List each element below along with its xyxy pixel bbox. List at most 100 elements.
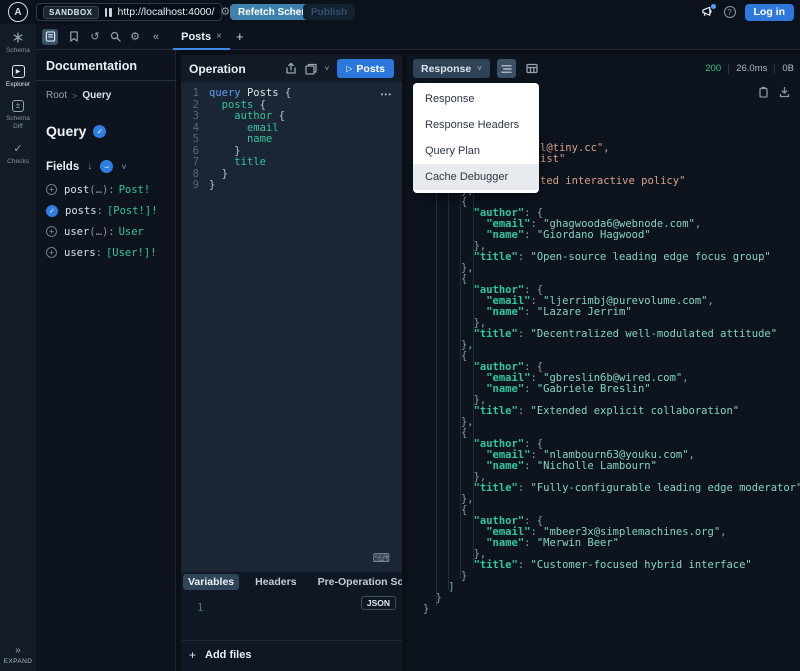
fields-heading: Fields [46, 160, 80, 173]
announcements-megaphone-icon[interactable] [701, 4, 716, 19]
schema-icon [12, 30, 24, 45]
field-selected-check-icon[interactable]: ✓ [46, 204, 58, 217]
download-response-icon[interactable] [779, 86, 790, 98]
response-header: Response ˅ 200 26.0ms 0B Response Respons… [407, 55, 800, 193]
response-view-menu: Response Response Headers Query Plan Cache … [413, 83, 539, 193]
json-mode-badge[interactable]: JSON [360, 596, 396, 610]
run-options-chevron-icon[interactable]: ˅ [325, 64, 330, 73]
left-nav-rail: Schema ▶ Explorer ± Schema Diff ✓ Checks… [0, 24, 36, 671]
breadcrumb-current: Query [82, 90, 112, 101]
sort-arrow-icon[interactable]: ↓ [87, 161, 92, 172]
expand-sidebar-button[interactable]: » EXPAND [0, 645, 36, 665]
add-field-icon[interactable]: + [46, 226, 57, 237]
divider [181, 640, 402, 641]
keyboard-shortcuts-icon[interactable]: ⌨ [373, 551, 390, 565]
search-icon[interactable] [107, 29, 123, 45]
add-files-button[interactable]: + Add files [189, 648, 251, 662]
share-icon[interactable] [285, 62, 297, 75]
filter-minus-icon[interactable]: − [100, 160, 114, 173]
status-code: 200 [705, 63, 722, 74]
operation-panel: Operation ˅ ▷ Posts 1 query Posts {2 post… [181, 55, 402, 671]
fields-chevron-down-icon[interactable]: ˅ [121, 162, 126, 172]
breadcrumb: Root > Query [36, 81, 175, 101]
tab-headers[interactable]: Headers [250, 574, 301, 590]
play-icon: ▷ [346, 64, 353, 73]
sidebar-item-schema[interactable]: Schema [0, 30, 36, 55]
response-size: 0B [782, 63, 794, 74]
tab-posts[interactable]: Posts × [173, 24, 230, 50]
table-view-icon[interactable] [523, 59, 542, 78]
help-icon[interactable]: ? [723, 6, 736, 18]
response-view-selector[interactable]: Response ˅ [413, 59, 490, 78]
top-bar: A SANDBOX http://localhost:4000/ ⚙ Refet… [0, 0, 800, 24]
history-icon[interactable]: ↺ [87, 29, 103, 45]
documentation-panel-icon[interactable] [42, 28, 58, 45]
apollo-logo-icon[interactable]: A [8, 2, 28, 22]
copy-response-icon[interactable] [758, 86, 769, 98]
documentation-panel: Documentation Root > Query Query ✓ Field… [36, 50, 176, 671]
endpoint-url[interactable]: http://localhost:4000/ [118, 6, 215, 18]
saved-operations-bookmark-icon[interactable] [66, 29, 82, 45]
response-status: 200 26.0ms 0B [705, 63, 794, 74]
apollo-sandbox-window: A SANDBOX http://localhost:4000/ ⚙ Refet… [0, 0, 800, 671]
plus-icon: + [189, 648, 197, 662]
add-field-icon[interactable]: + [46, 247, 57, 258]
tab-close-icon[interactable]: × [216, 31, 222, 42]
tab-pre-operation-script[interactable]: Pre-Operation Script [313, 574, 402, 590]
sidebar-item-checks[interactable]: ✓ Checks [0, 141, 36, 166]
response-panel: Response ˅ 200 26.0ms 0B Response Respons… [407, 55, 800, 671]
chevron-down-icon: ˅ [477, 64, 482, 73]
type-heading: Query [46, 123, 87, 139]
schema-diff-icon: ± [12, 98, 24, 113]
sidebar-item-schema-diff[interactable]: ± Schema Diff [0, 98, 36, 131]
connection-settings-gear-icon[interactable]: ⚙ [220, 6, 230, 18]
explorer-icon: ▶ [11, 64, 25, 79]
documentation-title: Documentation [36, 50, 175, 81]
response-json-viewer[interactable]: }, { "author": { "email": "ghagwooda6@we… [423, 186, 800, 615]
type-selected-check-icon[interactable]: ✓ [93, 124, 107, 138]
menu-item-response-headers[interactable]: Response Headers [413, 112, 539, 138]
login-button[interactable]: Log in [744, 3, 794, 21]
endpoint-url-bar[interactable]: SANDBOX http://localhost:4000/ ⚙ [36, 3, 230, 21]
field-row-post[interactable]: + post(…): Post! [36, 179, 175, 200]
top-right-actions: ? Log in [701, 0, 794, 24]
add-field-icon[interactable]: + [46, 184, 57, 195]
type-heading-row: Query ✓ [36, 101, 175, 139]
response-duration: 26.0ms [736, 63, 768, 74]
publish-button[interactable]: Publish [303, 4, 356, 20]
sidebar-item-explorer[interactable]: ▶ Explorer [0, 64, 36, 89]
breadcrumb-root[interactable]: Root [46, 90, 67, 101]
operation-editor[interactable]: 1 query Posts {2 posts {3 author {4 email… [181, 82, 402, 572]
variables-line-number: 1 [197, 602, 204, 614]
expand-icon: » [15, 645, 21, 656]
operation-title: Operation [189, 61, 246, 76]
operation-header: Operation ˅ ▷ Posts [181, 55, 402, 82]
operation-bottom-tabs: Variables Headers Pre-Operation Script P… [181, 574, 402, 590]
menu-item-response[interactable]: Response [413, 86, 539, 112]
sandbox-badge: SANDBOX [43, 5, 99, 19]
run-operation-button[interactable]: ▷ Posts [337, 59, 394, 78]
explorer-toolbar: ↺ ⚙ « Posts × + [36, 24, 800, 50]
menu-item-query-plan[interactable]: Query Plan [413, 138, 539, 164]
fields-header-row: Fields ↓ − ˅ [36, 139, 175, 179]
notification-dot [710, 4, 716, 9]
breadcrumb-separator-icon: > [72, 90, 78, 101]
response-actions [758, 86, 790, 98]
settings-gear-icon[interactable]: ⚙ [127, 29, 143, 45]
tab-variables[interactable]: Variables [183, 574, 240, 590]
tab-label: Posts [181, 30, 212, 43]
obscured-json-fragment: ist" [540, 153, 566, 165]
operation-collection-icon[interactable] [304, 63, 317, 75]
active-tab-underline [173, 47, 230, 50]
operation-code: 1 query Posts {2 posts {3 author {4 email… [192, 87, 292, 191]
checks-icon: ✓ [13, 142, 23, 155]
pause-icon[interactable] [104, 7, 112, 17]
field-row-user[interactable]: + user(…): User [36, 221, 175, 242]
format-lines-icon[interactable] [496, 59, 516, 78]
field-row-posts[interactable]: ✓ posts: [Post!]! [36, 200, 175, 221]
collapse-panel-icon[interactable]: « [153, 31, 159, 43]
menu-item-cache-debugger[interactable]: Cache Debugger [413, 164, 539, 190]
field-row-users[interactable]: + users: [User!]! [36, 242, 175, 263]
new-tab-button[interactable]: + [236, 29, 244, 44]
line-options-kebab-icon[interactable]: ••• [381, 90, 392, 99]
